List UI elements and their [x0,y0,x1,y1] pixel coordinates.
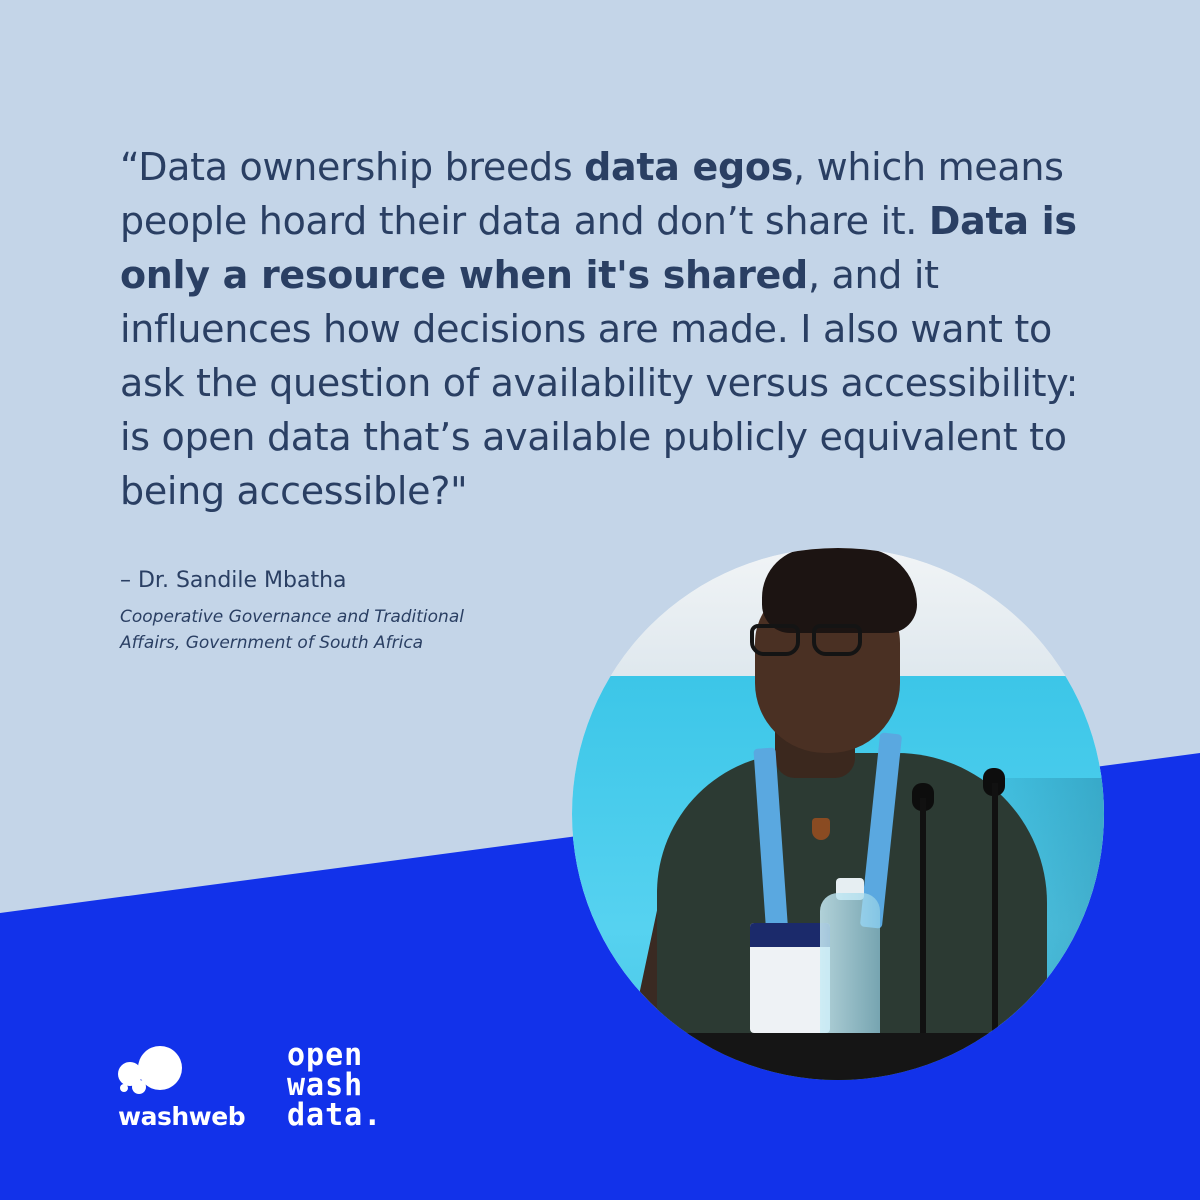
affiliation-line-2: Affairs, Government of South Africa [120,633,424,653]
affiliation-line-1: Cooperative Governance and Traditional [120,607,464,627]
lectern [572,1033,1104,1080]
microphone-stand [992,783,998,1043]
speaker-photo [572,548,1104,1080]
speaker-hair [762,548,917,633]
bubbles-icon [118,1044,188,1096]
author-name: – Dr. Sandile Mbatha [120,568,347,593]
openwashdata-logo: open wash data. [287,1039,417,1134]
quote-text: “Data ownership breeds data egos, which … [120,140,1110,518]
quote-highlight-data-egos: data egos [584,145,794,189]
glasses-icon [750,624,880,660]
quote-open-mark: “ [120,145,139,189]
author-affiliation: Cooperative Governance and Traditional Af… [120,604,600,656]
openwashdata-line-3: data. [287,1096,383,1134]
microphone-stand [920,798,926,1038]
quote-segment-1: Data ownership breeds [138,145,585,189]
conference-badge-header [750,923,830,947]
washweb-logo: washweb [118,1044,268,1134]
attribution: – Dr. Sandile Mbatha Cooperative Governa… [120,566,600,656]
washweb-wordmark: washweb [118,1102,246,1131]
pendant-necklace [812,818,830,840]
